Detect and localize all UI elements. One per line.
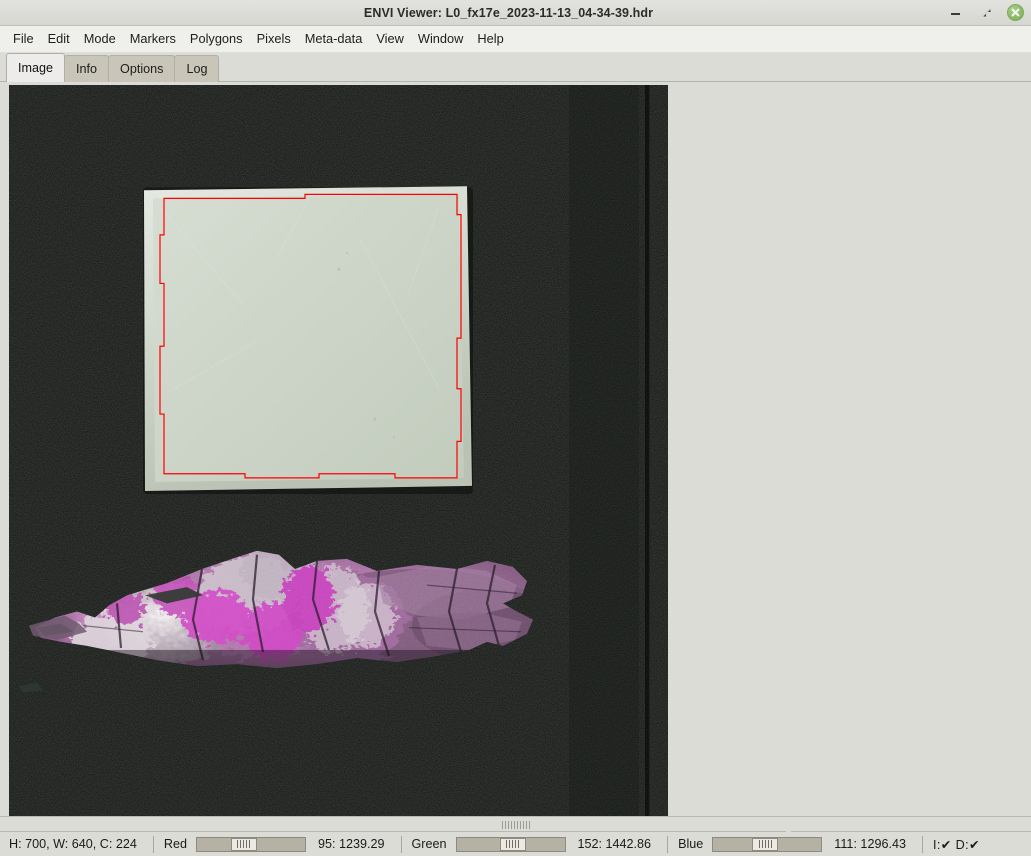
green-band-label: Green	[411, 837, 447, 851]
tab-log[interactable]: Log	[174, 55, 220, 82]
splitter-grip-icon[interactable]	[501, 821, 530, 829]
blue-band-value: 111: 1296.43	[834, 837, 906, 851]
window-controls	[947, 4, 1031, 22]
main-area	[0, 82, 1031, 816]
menu-meta-data[interactable]: Meta-data	[298, 28, 370, 50]
envi-viewer-window: ENVI Viewer: L0_fx17e_2023-11-13_04-34-3…	[0, 0, 1031, 856]
green-band-value: 152: 1442.86	[577, 837, 652, 851]
green-band-slider-handle[interactable]	[499, 837, 526, 851]
hyperspectral-image[interactable]	[9, 85, 668, 816]
menu-markers[interactable]: Markers	[123, 28, 183, 50]
menu-bar: File Edit Mode Markers Polygons Pixels M…	[0, 26, 1031, 53]
horizontal-splitter[interactable]	[0, 816, 1031, 832]
menu-edit[interactable]: Edit	[41, 28, 77, 50]
red-band-slider[interactable]	[195, 836, 306, 852]
status-bar: H: 700, W: 640, C: 224 Red 95: 1239.29 G…	[0, 832, 1031, 856]
image-dimensions-label: H: 700, W: 640, C: 224	[9, 837, 137, 851]
menu-file[interactable]: File	[6, 28, 41, 50]
splitter-divider-right	[791, 831, 1031, 832]
restore-icon[interactable]	[977, 4, 995, 22]
menu-view[interactable]: View	[369, 28, 411, 50]
close-icon[interactable]	[1007, 4, 1024, 21]
menu-pixels[interactable]: Pixels	[250, 28, 298, 50]
side-panel	[668, 85, 1027, 816]
menu-polygons[interactable]: Polygons	[183, 28, 250, 50]
minimize-icon[interactable]	[947, 4, 965, 22]
tab-options[interactable]: Options	[108, 55, 176, 82]
tab-bar: Image Info Options Log	[0, 53, 1031, 82]
menu-mode[interactable]: Mode	[77, 28, 123, 50]
red-band-label: Red	[163, 837, 187, 851]
status-separator	[400, 835, 402, 853]
title-bar: ENVI Viewer: L0_fx17e_2023-11-13_04-34-3…	[0, 0, 1031, 26]
blue-band-slider-handle[interactable]	[752, 837, 779, 851]
menu-window[interactable]: Window	[411, 28, 471, 50]
red-band-value: 95: 1239.29	[317, 837, 385, 851]
menu-help[interactable]: Help	[470, 28, 510, 50]
image-canvas[interactable]	[9, 85, 668, 816]
red-band-slider-handle[interactable]	[230, 837, 257, 851]
status-separator	[152, 835, 154, 853]
tab-image[interactable]: Image	[6, 53, 66, 82]
tab-info[interactable]: Info	[64, 55, 110, 82]
blue-band-slider[interactable]	[712, 836, 823, 852]
status-flags: I:✔ D:✔	[932, 837, 980, 852]
window-title: ENVI Viewer: L0_fx17e_2023-11-13_04-34-3…	[363, 5, 654, 20]
green-band-slider[interactable]	[455, 836, 566, 852]
status-separator	[667, 835, 669, 853]
blue-band-label: Blue	[678, 837, 704, 851]
splitter-divider-left	[0, 831, 786, 832]
white-reference-panel	[143, 186, 473, 495]
status-separator	[921, 835, 923, 853]
